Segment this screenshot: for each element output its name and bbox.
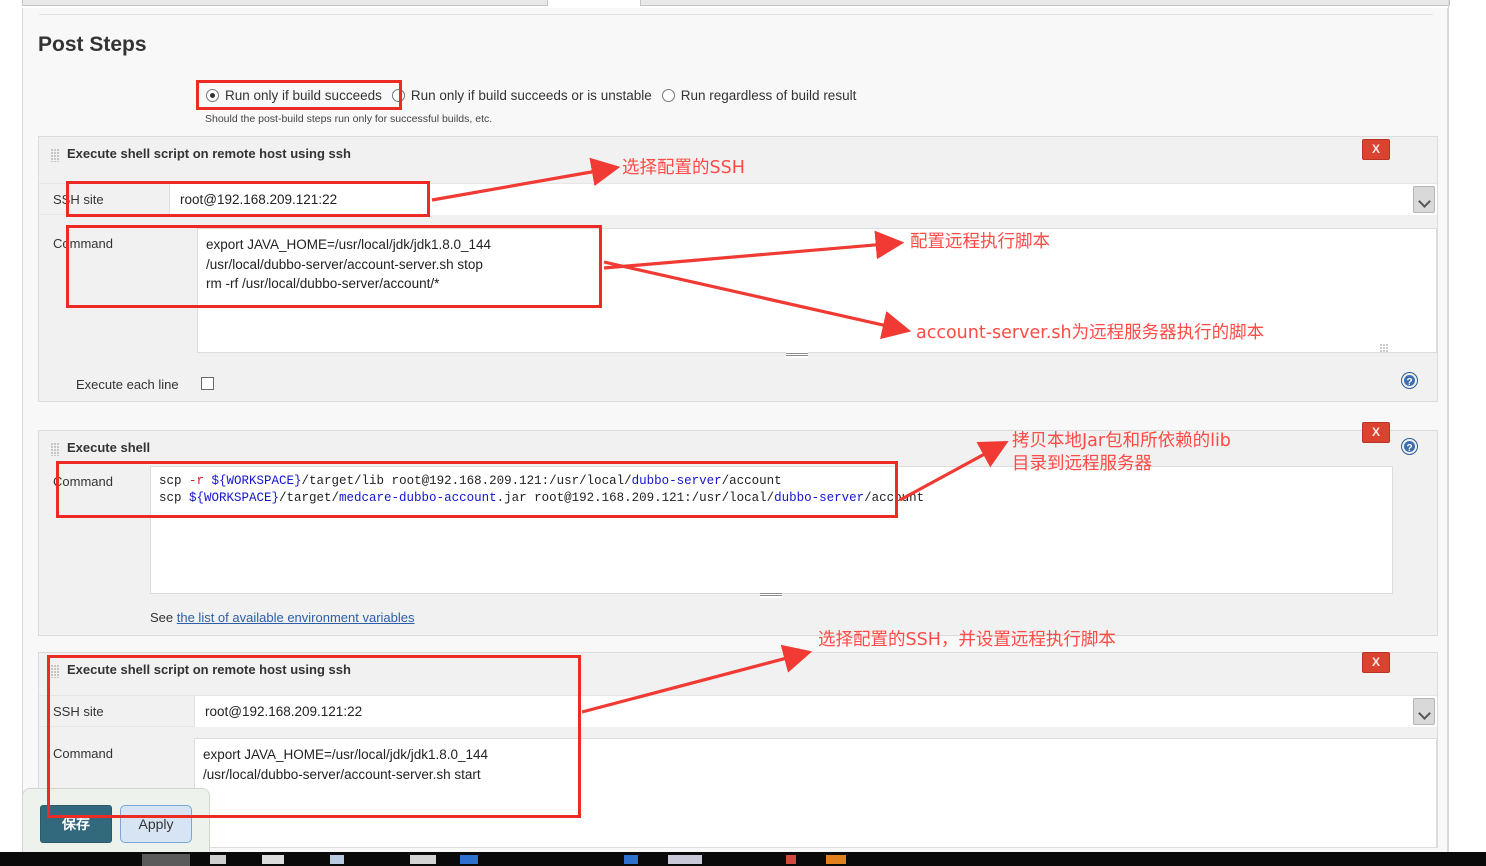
radio-label: Run regardless of build result (680, 87, 857, 103)
taskbar-icon[interactable] (460, 855, 478, 864)
browser-tab-strip (0, 0, 1486, 8)
close-block-1-button[interactable]: X (1362, 139, 1390, 160)
radio-label: Run only if build succeeds (225, 87, 382, 103)
drag-grip-icon[interactable] (51, 443, 60, 456)
ssh-site-label: SSH site (39, 184, 169, 214)
command-label: Command (39, 466, 150, 594)
chevron-down-icon[interactable] (1413, 186, 1435, 213)
annotation-4: 拷贝本地Jar包和所依赖的lib 目录到远程服务器 (1012, 431, 1231, 474)
ssh-site-row-1: SSH site root@192.168.209.121:22 (39, 183, 1437, 215)
radio-label: Run only if build succeeds or is unstabl… (410, 87, 652, 103)
build-condition-radio-group: Run only if build succeeds Run only if b… (206, 84, 866, 106)
radio-icon[interactable] (391, 88, 405, 102)
taskbar-icon[interactable] (826, 855, 846, 864)
help-icon-1[interactable]: ? (1402, 373, 1417, 388)
taskbar-item[interactable] (142, 854, 190, 866)
close-block-2-button[interactable]: X (1362, 422, 1390, 443)
radio-run-regardless-of-build-result[interactable]: Run regardless of build result (661, 87, 857, 103)
ssh-site-row-3: SSH site root@192.168.209.121:22 (39, 695, 1437, 727)
radio-icon[interactable] (661, 88, 675, 102)
page-title: Post Steps (38, 33, 147, 56)
radio-run-only-if-build-succeeds-or-unstable[interactable]: Run only if build succeeds or is unstabl… (391, 87, 652, 103)
command-line-1: scp -r ${WORKSPACE}/target/lib root@192.… (159, 474, 782, 488)
taskbar-icon[interactable] (210, 855, 226, 864)
apply-button[interactable]: Apply (120, 805, 192, 843)
chevron-down-icon[interactable] (1413, 698, 1435, 725)
ssh-site-value: root@192.168.209.121:22 (180, 192, 338, 207)
screen: Post Steps Run only if build succeeds Ru… (0, 0, 1486, 866)
command-textarea-2[interactable]: scp -r ${WORKSPACE}/target/lib root@192.… (150, 466, 1393, 594)
annotation-3: account-server.sh为远程服务器执行的脚本 (916, 323, 1265, 343)
taskbar-icon[interactable] (624, 855, 638, 864)
block-title: Execute shell script on remote host usin… (67, 662, 351, 677)
taskbar-icon[interactable] (262, 855, 284, 864)
environment-variables-row: See the list of available environment va… (150, 610, 415, 625)
block-title: Execute shell (67, 440, 151, 455)
save-button[interactable]: 保存 (40, 805, 112, 843)
drag-grip-icon[interactable] (51, 149, 60, 162)
execute-each-line-label: Execute each line (76, 377, 179, 392)
annotation-5: 选择配置的SSH，并设置远程执行脚本 (818, 630, 1116, 650)
ssh-site-select-1[interactable]: root@192.168.209.121:22 (170, 184, 1437, 215)
ssh-site-label: SSH site (39, 696, 194, 726)
drag-grip-icon[interactable] (51, 665, 60, 678)
environment-variables-link[interactable]: the list of available environment variab… (177, 610, 415, 625)
radio-run-only-if-build-succeeds[interactable]: Run only if build succeeds (206, 88, 382, 103)
page-top-divider (39, 14, 1433, 15)
textarea-resize-grab-2[interactable] (760, 592, 782, 598)
close-block-3-button[interactable]: X (1362, 652, 1390, 673)
ssh-site-value: root@192.168.209.121:22 (205, 704, 363, 719)
taskbar-icon[interactable] (786, 855, 796, 864)
textarea-resizer-1[interactable] (1380, 344, 1389, 353)
taskbar-icon[interactable] (330, 855, 344, 864)
taskbar-icon[interactable] (410, 855, 436, 864)
command-textarea-3[interactable]: export JAVA_HOME=/usr/local/jdk/jdk1.8.0… (194, 738, 1437, 848)
see-prefix: See (150, 610, 177, 625)
command-label: Command (39, 228, 197, 353)
radio-group-hint: Should the post-build steps run only for… (205, 113, 493, 125)
textarea-resize-grab-1[interactable] (786, 352, 808, 358)
annotation-2: 配置远程执行脚本 (910, 232, 1050, 252)
block-title: Execute shell script on remote host usin… (67, 146, 351, 161)
radio-icon-selected[interactable] (206, 88, 219, 102)
help-icon-2[interactable]: ? (1402, 439, 1417, 454)
os-taskbar (0, 852, 1486, 866)
annotation-1: 选择配置的SSH (622, 158, 745, 178)
browser-tab-1[interactable] (22, 0, 548, 6)
command-line-2: scp ${WORKSPACE}/target/medcare-dubbo-ac… (159, 491, 925, 505)
ssh-site-select-3[interactable]: root@192.168.209.121:22 (195, 696, 1437, 727)
taskbar-icon[interactable] (668, 855, 702, 864)
page-right-border (1448, 0, 1449, 852)
execute-each-line-checkbox[interactable] (201, 377, 214, 390)
browser-tab-2[interactable] (640, 0, 1450, 6)
